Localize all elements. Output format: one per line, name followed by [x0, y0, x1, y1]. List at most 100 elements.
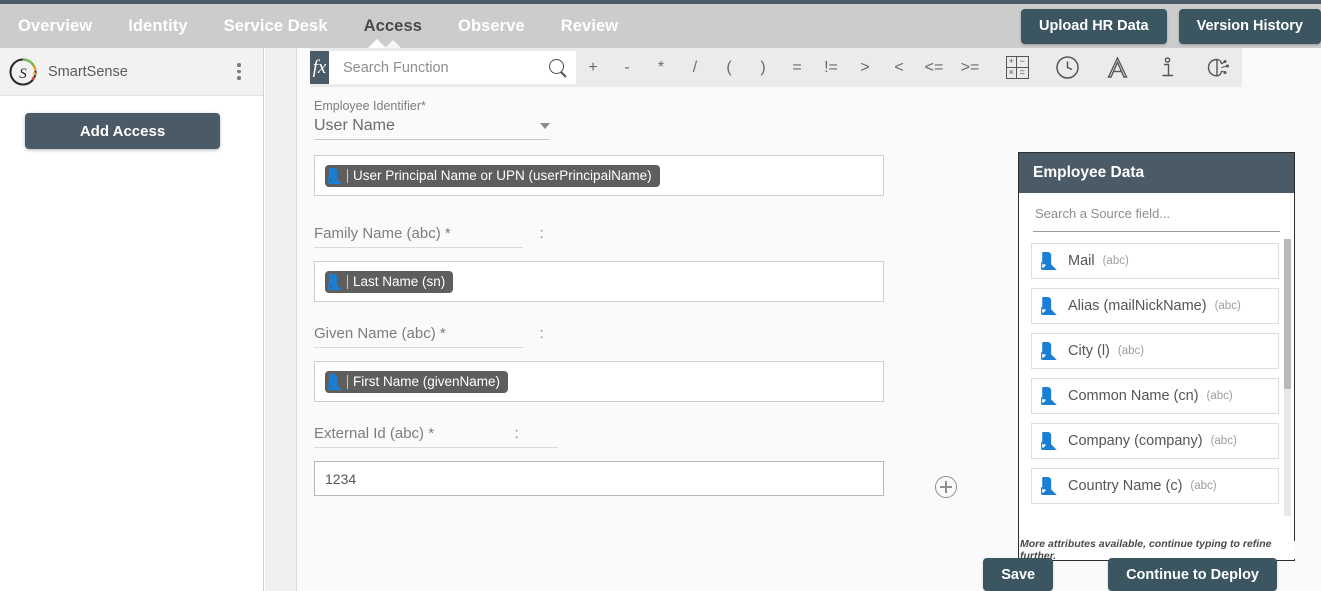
source-field-icon	[1041, 432, 1058, 450]
source-field-icon	[1041, 477, 1058, 495]
chevron-down-icon	[540, 123, 550, 129]
text-cursor	[347, 274, 348, 289]
search-icon[interactable]	[548, 58, 568, 78]
source-field-icon	[1041, 252, 1058, 270]
calc-cell-equals: =	[1019, 67, 1025, 78]
plus-circle-icon[interactable]	[935, 476, 957, 498]
employee-identifier-field: Employee Identifier* User Name	[314, 99, 550, 140]
family-name-token-box[interactable]: Last Name (sn)	[314, 261, 884, 302]
employee-identifier-label: Employee Identifier*	[314, 99, 426, 113]
tab-access[interactable]: Access	[346, 4, 440, 48]
sidebar-gap-column	[265, 48, 297, 591]
family-name-label: Family Name (abc) *	[314, 225, 523, 248]
scrollbar-thumb[interactable]	[1284, 239, 1291, 389]
function-search-container	[329, 51, 576, 84]
left-sidebar: S SmartSense Add Access	[0, 48, 264, 591]
calc-cell-plus: +	[1006, 57, 1017, 68]
employee-identifier-select[interactable]: User Name	[314, 117, 550, 140]
ai-brain-icon[interactable]	[1192, 48, 1242, 87]
external-id-colon: :	[514, 425, 519, 442]
text-format-icon[interactable]	[1092, 48, 1142, 87]
source-field-search-input[interactable]	[1033, 205, 1280, 222]
operator-less-than[interactable]: <	[882, 48, 916, 87]
calculator-icon[interactable]: + − × =	[992, 48, 1042, 87]
tab-identity-label: Identity	[128, 16, 188, 35]
operator-minus[interactable]: -	[610, 48, 644, 87]
list-item[interactable]: Country Name (c) (abc)	[1031, 468, 1279, 504]
source-field-icon	[1041, 387, 1058, 405]
tab-overview-label: Overview	[18, 16, 93, 35]
source-field-icon	[328, 273, 343, 290]
clock-icon[interactable]	[1042, 48, 1092, 87]
source-field-name: Country Name (c)	[1068, 478, 1183, 494]
toolbar-icon-group: + − × =	[992, 48, 1242, 87]
employee-identifier-value: User Name	[314, 117, 395, 134]
sidebar-app-name: SmartSense	[48, 63, 128, 80]
source-field-search-container	[1033, 205, 1280, 232]
source-field-type: (abc)	[1117, 345, 1145, 357]
external-id-field: External Id (abc) * :	[314, 425, 884, 496]
operator-not-equals[interactable]: !=	[814, 48, 848, 87]
toolbar-pointer-arrow	[368, 39, 386, 48]
operator-greater-equal[interactable]: >=	[952, 48, 988, 87]
calc-cell-multiply: ×	[1007, 67, 1017, 78]
source-field-name: Mail	[1068, 253, 1095, 269]
continue-to-deploy-button[interactable]: Continue to Deploy	[1108, 558, 1277, 591]
source-field-type: (abc)	[1102, 255, 1129, 267]
given-name-label: Given Name (abc) *	[314, 325, 523, 348]
text-cursor	[347, 374, 348, 389]
more-attributes-note: More attributes available, continue typi…	[1020, 538, 1295, 562]
external-id-input[interactable]	[314, 461, 884, 496]
operator-less-equal[interactable]: <=	[916, 48, 952, 87]
upn-chip[interactable]: User Principal Name or UPN (userPrincipa…	[325, 164, 660, 187]
operator-divide[interactable]: /	[678, 48, 712, 87]
employee-data-title: Employee Data	[1019, 153, 1294, 193]
tab-overview[interactable]: Overview	[0, 4, 110, 48]
source-field-icon	[328, 373, 343, 390]
tab-review[interactable]: Review	[543, 4, 636, 48]
family-name-label-row: Family Name (abc) * :	[314, 225, 884, 248]
tab-service-desk[interactable]: Service Desk	[206, 4, 346, 48]
source-field-icon	[1041, 342, 1058, 360]
given-name-chip[interactable]: First Name (givenName)	[325, 370, 509, 393]
sidebar-app-row[interactable]: S SmartSense	[0, 48, 263, 96]
fx-function-button[interactable]: fx	[310, 51, 329, 84]
source-list-scrollbar[interactable]	[1284, 239, 1291, 516]
operator-plus[interactable]: +	[576, 48, 610, 87]
family-name-field: Family Name (abc) * : Last Name (sn)	[314, 225, 884, 302]
calc-cell-minus: −	[1017, 57, 1028, 68]
given-name-token-box[interactable]: First Name (givenName)	[314, 361, 884, 402]
source-field-type: (abc)	[1190, 480, 1217, 492]
list-item[interactable]: Common Name (cn) (abc)	[1031, 378, 1279, 414]
operator-equals[interactable]: =	[780, 48, 814, 87]
upload-hr-data-button[interactable]: Upload HR Data	[1021, 8, 1167, 44]
source-field-name: Company (company)	[1068, 433, 1203, 449]
operator-open-paren[interactable]: (	[712, 48, 746, 87]
family-name-colon: :	[539, 225, 544, 242]
add-access-button[interactable]: Add Access	[25, 113, 220, 149]
list-item[interactable]: City (l) (abc)	[1031, 333, 1279, 369]
list-item[interactable]: Mail (abc)	[1031, 243, 1279, 279]
list-item[interactable]: Company (company) (abc)	[1031, 423, 1279, 459]
operator-close-paren[interactable]: )	[746, 48, 780, 87]
tab-observe[interactable]: Observe	[440, 4, 543, 48]
family-name-chip-label: Last Name (sn)	[353, 274, 446, 289]
operator-multiply[interactable]: *	[644, 48, 678, 87]
upn-chip-label: User Principal Name or UPN (userPrincipa…	[353, 168, 652, 183]
top-action-buttons: Upload HR Data Version History	[1021, 4, 1321, 48]
info-icon[interactable]	[1142, 48, 1192, 87]
operator-greater-than[interactable]: >	[848, 48, 882, 87]
search-function-input[interactable]	[341, 58, 548, 77]
save-button[interactable]: Save	[983, 558, 1054, 591]
footer-action-buttons: Save Continue to Deploy	[983, 558, 1277, 591]
kebab-menu-icon[interactable]	[237, 63, 241, 80]
family-name-chip[interactable]: Last Name (sn)	[325, 270, 454, 293]
operator-buttons: + - * / ( ) = != > < <= >=	[576, 48, 988, 87]
given-name-chip-label: First Name (givenName)	[353, 374, 501, 389]
upn-token-box[interactable]: User Principal Name or UPN (userPrincipa…	[314, 155, 884, 196]
top-navigation-bar: Overview Identity Service Desk Access Ob…	[0, 0, 1321, 48]
version-history-button[interactable]: Version History	[1178, 8, 1321, 44]
formula-toolbar: fx + - * / ( ) = != > < <= >=	[310, 39, 1242, 87]
list-item[interactable]: Alias (mailNickName) (abc)	[1031, 288, 1279, 324]
tab-identity[interactable]: Identity	[110, 4, 205, 48]
